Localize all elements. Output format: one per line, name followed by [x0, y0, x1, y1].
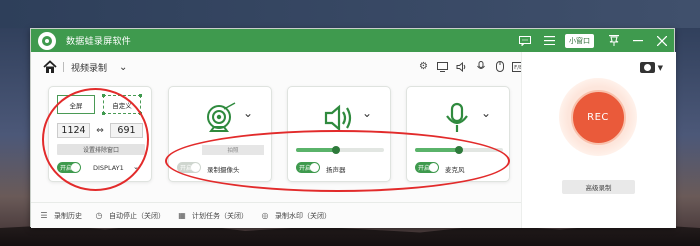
- speaker-toggle-label: 开启: [299, 165, 312, 172]
- message-icon[interactable]: [513, 29, 537, 52]
- custom-region-label: 自定义: [112, 101, 132, 110]
- custom-region-option[interactable]: 自定义: [102, 94, 142, 115]
- desktop-background-top: [0, 0, 700, 28]
- mode-toolbar: 视频录制 ⌄: [43, 60, 127, 74]
- screen-toggle[interactable]: 开启: [57, 162, 81, 173]
- recording-history-label: 录制历史: [54, 211, 82, 220]
- speaker-toggle[interactable]: 开启: [296, 162, 320, 173]
- mic-volume-slider[interactable]: [415, 146, 503, 154]
- speaker-volume-knob[interactable]: [331, 146, 340, 154]
- mode-label[interactable]: 视频录制: [71, 61, 107, 74]
- speaker-large-icon: [324, 104, 352, 132]
- microphone-large-icon: [446, 102, 468, 132]
- speaker-card: ⌄ 开启 扬声器: [287, 86, 391, 182]
- screen-mode-options: 全屏 自定义: [57, 94, 142, 115]
- exclude-window-button[interactable]: 设置排除窗口: [57, 144, 145, 155]
- screen-card: 全屏 自定义 1124 ⇔ 691 设置排除窗口 开启 DISPLAY1 ⌄: [48, 86, 152, 182]
- mode-chevron-down-icon[interactable]: ⌄: [119, 62, 127, 73]
- close-icon[interactable]: [650, 29, 674, 52]
- region-handle: [139, 112, 142, 115]
- mouse-icon[interactable]: [493, 60, 506, 73]
- speaker-name: 扬声器: [326, 166, 346, 174]
- mic-volume-fill: [415, 148, 459, 152]
- app-title: 数据蛙录屏软件: [66, 37, 132, 47]
- clock-stop-icon: ◷: [95, 211, 103, 220]
- camera-chevron-down-icon[interactable]: ⌄: [243, 106, 253, 120]
- minimize-icon[interactable]: [626, 29, 650, 52]
- mic-icon[interactable]: [474, 60, 487, 73]
- snapshot-button[interactable]: 拍照: [202, 145, 264, 155]
- mic-chevron-down-icon[interactable]: ⌄: [481, 106, 491, 120]
- display-select[interactable]: DISPLAY1: [93, 164, 124, 172]
- mic-volume-knob[interactable]: [455, 146, 463, 154]
- camera-name: 录制摄像头: [207, 166, 240, 174]
- screen-toggle-label: 开启: [60, 165, 73, 172]
- record-panel: ▼ REC 高级录制: [521, 52, 676, 228]
- camera-toggle-label: 开启: [180, 165, 193, 172]
- auto-stop-label: 自动停止（关闭）: [109, 211, 165, 220]
- toolbar-divider: [63, 62, 64, 72]
- fullscreen-label: 全屏: [69, 101, 83, 110]
- list-icon: ☰: [40, 211, 48, 220]
- region-handle: [139, 94, 142, 97]
- height-field[interactable]: 691: [110, 123, 143, 138]
- app-logo-icon: [38, 31, 56, 50]
- title-bar-controls: 小窗口: [513, 29, 674, 52]
- mic-toggle-label: 开启: [418, 165, 431, 172]
- rec-ring: REC: [559, 78, 637, 156]
- advanced-record-button[interactable]: 高级录制: [562, 180, 635, 194]
- webcam-icon: [207, 102, 236, 132]
- speaker-volume-slider[interactable]: [296, 146, 384, 154]
- scheduled-task-label: 计划任务（关闭）: [192, 211, 248, 220]
- pin-icon[interactable]: [602, 29, 626, 52]
- speaker-chevron-down-icon[interactable]: ⌄: [362, 106, 372, 120]
- camera-icon: [639, 62, 655, 73]
- app-window: 数据蛙录屏软件 小窗口 视频录制 ⌄ ⚙ F/B 全屏 自定义 1124 ⇔ 6…: [30, 28, 676, 228]
- title-bar: 数据蛙录屏软件 小窗口: [31, 29, 674, 52]
- main-area: 视频录制 ⌄ ⚙ F/B 全屏 自定义 1124 ⇔ 691 设置排除窗口 开启…: [31, 52, 676, 228]
- quick-settings: ⚙ F/B: [417, 60, 525, 73]
- screen-icon[interactable]: [436, 60, 449, 73]
- watermark-label: 录制水印（关闭）: [275, 211, 331, 220]
- resolution-fields: 1124 ⇔ 691: [57, 123, 143, 138]
- camera-toggle[interactable]: 开启: [177, 162, 201, 173]
- calendar-icon: ▦: [178, 211, 186, 220]
- settings-gear-icon[interactable]: ⚙: [417, 60, 430, 73]
- width-field[interactable]: 1124: [57, 123, 90, 138]
- speaker-volume-fill: [296, 148, 336, 152]
- menu-icon[interactable]: [537, 29, 561, 52]
- snapshot-label: 拍照: [227, 148, 239, 154]
- scheduled-task-link[interactable]: ▦ 计划任务（关闭）: [177, 211, 248, 221]
- watermark-icon: ◎: [261, 211, 269, 220]
- speaker-icon[interactable]: [455, 60, 468, 73]
- mic-toggle[interactable]: 开启: [415, 162, 439, 173]
- link-icon[interactable]: ⇔: [94, 126, 106, 136]
- mini-window-button[interactable]: 小窗口: [565, 33, 594, 48]
- fullscreen-option[interactable]: 全屏: [57, 95, 95, 114]
- home-icon[interactable]: [43, 60, 57, 74]
- display-chevron-down-icon[interactable]: ⌄: [133, 163, 139, 171]
- mic-name: 麦克风: [445, 166, 465, 174]
- region-handle: [102, 112, 105, 115]
- screenshot-button[interactable]: ▼: [639, 62, 663, 73]
- mic-card: ⌄ 开启 麦克风: [406, 86, 510, 182]
- watermark-link[interactable]: ◎ 录制水印（关闭）: [260, 211, 332, 221]
- footer-bar: ☰ 录制历史 ◷ 自动停止（关闭） ▦ 计划任务（关闭） ◎ 录制水印（关闭）: [31, 202, 521, 228]
- camera-caret-icon[interactable]: ▼: [658, 64, 663, 72]
- camera-card: ⌄ 拍照 开启 录制摄像头: [168, 86, 272, 182]
- settings-panel: 视频录制 ⌄ ⚙ F/B 全屏 自定义 1124 ⇔ 691 设置排除窗口 开启…: [31, 52, 525, 228]
- rec-button[interactable]: REC: [570, 89, 626, 145]
- region-handle: [102, 94, 105, 97]
- recording-history-link[interactable]: ☰ 录制历史: [39, 211, 82, 221]
- auto-stop-link[interactable]: ◷ 自动停止（关闭）: [94, 211, 166, 221]
